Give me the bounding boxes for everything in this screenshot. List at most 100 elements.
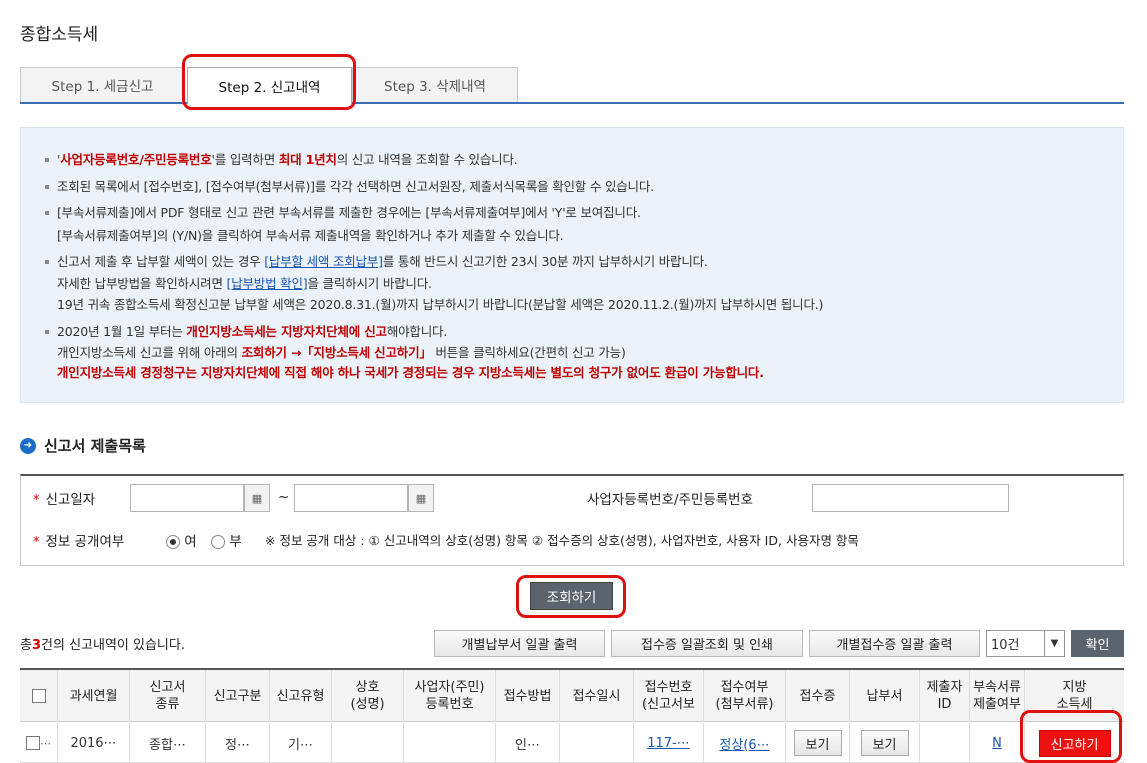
- attach-link[interactable]: N: [992, 736, 1002, 751]
- cell-period: 2016⋯: [58, 723, 130, 763]
- date-label-text: 신고일자: [45, 492, 96, 508]
- info-text: 의 신고 내역을 조회할 수 있습니다.: [336, 152, 518, 167]
- header-receipt-no: 접수번호 (신고서보: [634, 670, 704, 722]
- date-separator: ~: [278, 489, 290, 505]
- header-report-type: 신고유형: [270, 670, 332, 722]
- cell-status: 정상(6⋯: [704, 723, 786, 763]
- header-select-all[interactable]: [20, 670, 58, 722]
- info-text: 버튼을 클릭하세요(간편히 신고 가능): [431, 345, 626, 360]
- header-name: 상호 (성명): [332, 670, 404, 722]
- row-checkbox[interactable]: [26, 736, 40, 750]
- info-text: 개인지방소득세 신고를 위해 아래의: [57, 345, 242, 360]
- radio-yes[interactable]: [166, 535, 180, 549]
- radio-yes-label: 여: [184, 534, 197, 550]
- row-select[interactable]: ⋯: [20, 723, 58, 763]
- page-size-select[interactable]: 10건 ▼: [986, 630, 1065, 657]
- table-row: ⋯ 2016⋯ 종합⋯ 정⋯ 기⋯ 인⋯ 117-⋯ 정상(6⋯ 보기 보기 N…: [20, 723, 1124, 763]
- info-line: 자세한 납부방법을 확인하시려면 [납부방법 확인]을 클릭하시기 바랍니다.: [57, 273, 432, 292]
- id-input[interactable]: [812, 484, 1009, 512]
- info-box: '사업자등록번호/주민등록번호'를 입력하면 최대 1년치의 신고 내역을 조회…: [20, 127, 1124, 403]
- header-payment: 납부서: [850, 670, 920, 722]
- info-text: 신고서 제출 후 납부할 세액이 있는 경우: [57, 254, 265, 269]
- ellipsis-icon: ⋯: [40, 736, 51, 750]
- section-title-text: 신고서 제출목록: [44, 437, 146, 455]
- receipt-bulk-print-button[interactable]: 접수증 일괄조회 및 인쇄: [611, 630, 803, 657]
- bullet-icon: [45, 329, 49, 334]
- info-line: '사업자등록번호/주민등록번호'를 입력하면 최대 1년치의 신고 내역을 조회…: [45, 149, 518, 168]
- radio-no[interactable]: [211, 535, 225, 549]
- cell-reg-no: [404, 723, 496, 763]
- cell-payment: 보기: [850, 723, 920, 763]
- date-to-input[interactable]: [294, 484, 408, 512]
- header-report-kind: 신고구분: [206, 670, 270, 722]
- cell-attach: N: [970, 723, 1025, 763]
- header-datetime: 접수일시: [560, 670, 634, 722]
- info-highlight: 최대 1년치: [278, 152, 337, 167]
- tab-step1[interactable]: Step 1. 세금신고: [20, 67, 185, 102]
- cell-method: 인⋯: [496, 723, 560, 763]
- info-line: 신고서 제출 후 납부할 세액이 있는 경우 [납부할 세액 조회납부]를 통해…: [45, 251, 708, 270]
- cell-report-type: 기⋯: [270, 723, 332, 763]
- cell-submitter-id: [920, 723, 970, 763]
- public-no-option[interactable]: 부: [211, 530, 242, 550]
- cell-form-type: 종합⋯: [130, 723, 206, 763]
- chevron-down-icon[interactable]: ▼: [1044, 631, 1064, 656]
- date-from-input[interactable]: [130, 484, 244, 512]
- cell-report-kind: 정⋯: [206, 723, 270, 763]
- radio-no-label: 부: [229, 534, 242, 550]
- arrow-circle-icon: ➜: [20, 437, 36, 454]
- receipt-no-link[interactable]: 117-⋯: [647, 736, 690, 751]
- tab-step3[interactable]: Step 3. 삭제내역: [352, 67, 518, 102]
- header-attach: 부속서류 제출여부: [970, 670, 1025, 722]
- calendar-icon[interactable]: ▦: [244, 484, 270, 512]
- info-text: 2020년 1월 1일 부터는: [57, 324, 187, 339]
- section-title: ➜ 신고서 제출목록: [20, 435, 146, 456]
- receipt-each-print-button[interactable]: 개별접수증 일괄 출력: [809, 630, 980, 657]
- payment-method-link[interactable]: [납부방법 확인]: [227, 276, 308, 291]
- tab-step2[interactable]: Step 2. 신고내역: [187, 67, 352, 104]
- info-line: [부속서류제출여부]의 (Y/N)을 클릭하여 부속서류 제출내역을 확인하거나…: [57, 228, 564, 243]
- step-tabs: Step 1. 세금신고 Step 2. 신고내역 Step 3. 삭제내역: [20, 67, 1124, 104]
- cell-receipt-no: 117-⋯: [634, 723, 704, 763]
- bulk-payment-print-button[interactable]: 개별납부서 일괄 출력: [434, 630, 605, 657]
- report-table: 과세연월 신고서 종류 신고구분 신고유형 상호 (성명) 사업자(주민) 등록…: [20, 668, 1124, 763]
- header-local-tax: 지방 소득세: [1056, 680, 1093, 712]
- info-text: [부속서류제출]에서 PDF 형태로 신고 관련 부속서류를 제출한 경우에는 …: [57, 205, 641, 220]
- public-label-text: 정보 공개여부: [45, 534, 125, 550]
- public-yes-option[interactable]: 여: [166, 530, 197, 550]
- status-link[interactable]: 정상(6⋯: [719, 734, 769, 753]
- info-text: 을 클릭하시기 바랍니다.: [307, 276, 432, 291]
- info-highlight: 조회하기 →「지방소득세 신고하기」: [241, 345, 432, 360]
- total-prefix: 총: [20, 638, 32, 653]
- required-icon: *: [33, 493, 40, 508]
- info-text: 해야합니다.: [386, 324, 448, 339]
- cell-name: [332, 723, 404, 763]
- local-tax-file-button[interactable]: 신고하기: [1038, 729, 1111, 757]
- cell-receipt: 보기: [786, 723, 850, 763]
- header-status: 접수여부 (첨부서류): [704, 670, 786, 722]
- info-highlight: 사업자등록번호/주민등록번호: [60, 152, 212, 167]
- info-line: 2020년 1월 1일 부터는 개인지방소득세는 지방자치단체에 신고해야합니다…: [45, 321, 447, 340]
- receipt-view-button[interactable]: 보기: [793, 730, 842, 756]
- calendar-icon[interactable]: ▦: [408, 484, 434, 512]
- total-count-text: 총3건의 신고내역이 있습니다.: [20, 634, 185, 653]
- confirm-button[interactable]: 확인: [1071, 630, 1124, 657]
- checkbox-select-all[interactable]: [31, 689, 46, 703]
- cell-local-tax: 신고하기: [1025, 723, 1124, 763]
- cell-datetime: [560, 723, 634, 763]
- info-line: [부속서류제출]에서 PDF 형태로 신고 관련 부속서류를 제출한 경우에는 …: [45, 202, 641, 221]
- payment-view-button[interactable]: 보기: [860, 730, 909, 756]
- total-count: 3: [31, 638, 42, 653]
- date-label: * 신고일자: [33, 488, 95, 508]
- bullet-icon: [45, 210, 49, 215]
- bullet-icon: [45, 184, 49, 189]
- public-note: ※ 정보 공개 대상 : ① 신고내역의 상호(성명) 항목 ② 접수증의 상호…: [265, 533, 859, 548]
- header-reg-no: 사업자(주민) 등록번호: [404, 670, 496, 722]
- info-text: 를 통해 반드시 신고기한 23시 30분 까지 납부하시기 바랍니다.: [382, 254, 708, 269]
- page-size-value: 10건: [991, 638, 1020, 653]
- info-text: 자세한 납부방법을 확인하시려면: [57, 276, 227, 291]
- info-line: 조회된 목록에서 [접수번호], [접수여부(첨부서류)]를 각각 선택하면 신…: [45, 176, 654, 195]
- search-button[interactable]: 조회하기: [530, 582, 613, 610]
- bullet-icon: [45, 259, 49, 264]
- payment-inquiry-link[interactable]: [납부할 세액 조회납부]: [264, 254, 383, 269]
